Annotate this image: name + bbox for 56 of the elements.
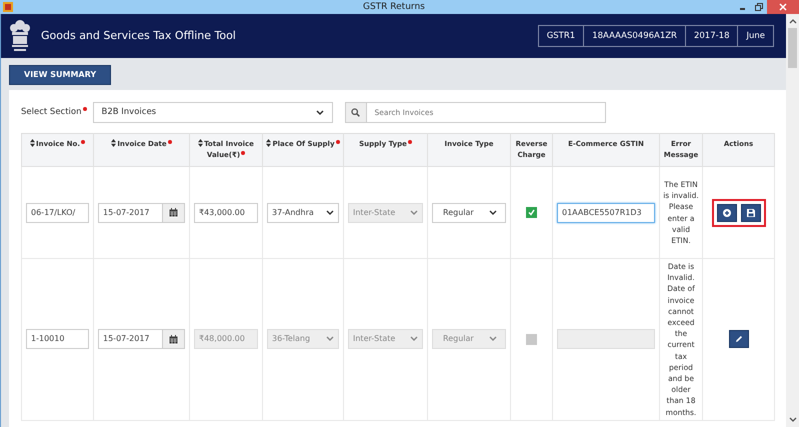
save-icon xyxy=(746,208,754,216)
invoice-type-select[interactable]: Regular xyxy=(432,202,506,222)
calendar-button[interactable] xyxy=(163,329,185,350)
section-select[interactable]: B2B Invoices xyxy=(92,102,333,123)
search-button[interactable] xyxy=(344,102,367,123)
required-mark xyxy=(81,140,86,144)
chevron-icon xyxy=(410,210,418,216)
calendar-icon xyxy=(169,334,178,344)
close-icon xyxy=(779,3,787,11)
chevron-icon xyxy=(410,336,418,342)
invoice-number-field[interactable]: 06-17/LKO/ xyxy=(26,202,89,222)
plus-circle-icon xyxy=(722,208,730,216)
checkmark-icon xyxy=(527,208,536,217)
sort-icon xyxy=(198,139,204,147)
app-title: Goods and Services Tax Offline Tool xyxy=(41,28,236,44)
header-info-label: June xyxy=(737,26,773,46)
sort-icon xyxy=(111,139,116,147)
scrollbar[interactable] xyxy=(786,14,799,427)
search-icon xyxy=(351,108,360,117)
scrollbar-thumb[interactable] xyxy=(788,28,797,68)
reverse-charge-checkbox[interactable] xyxy=(526,206,537,218)
pencil-icon xyxy=(734,335,742,344)
header-info-label: 18AAAAS0496A1ZR xyxy=(583,26,685,46)
section-label: Select Section xyxy=(21,106,87,119)
chevron-icon xyxy=(326,336,334,342)
calendar-button[interactable] xyxy=(163,202,185,222)
calendar-icon xyxy=(169,208,178,217)
sort-icon xyxy=(30,139,35,147)
date-field[interactable]: 15-07-2017 xyxy=(98,202,163,222)
header-info-label: 2017-18 xyxy=(684,26,738,46)
emblem-icon xyxy=(9,18,31,54)
required-mark xyxy=(168,140,172,144)
restore-icon xyxy=(755,3,763,11)
add-button[interactable] xyxy=(716,204,736,222)
gstin-field[interactable]: 01AABCE5507R1D3 xyxy=(557,202,655,222)
invoice-value-field[interactable]: ₹43,000.00 xyxy=(194,202,258,222)
edit-button[interactable] xyxy=(728,330,748,348)
sort-icon xyxy=(266,139,272,147)
required-mark xyxy=(241,151,246,155)
scroll-up-icon xyxy=(788,18,796,24)
view-summary-button[interactable]: VIEW SUMMARY xyxy=(9,65,112,85)
app-icon xyxy=(3,2,13,12)
close-button[interactable] xyxy=(767,0,799,14)
save-button[interactable] xyxy=(740,204,760,222)
chevron-icon xyxy=(326,210,334,216)
invoice-number-field[interactable]: 1-10010 xyxy=(26,329,89,350)
window-title: GSTR Returns xyxy=(363,1,425,14)
header-info-label: GSTR1 xyxy=(546,30,576,43)
date-field[interactable]: 15-07-2017 xyxy=(98,329,163,350)
chevron-icon xyxy=(489,336,497,342)
chevron-icon xyxy=(489,210,497,216)
required-mark xyxy=(408,140,412,144)
place-of-supply-select[interactable]: 37-Andhra xyxy=(267,202,339,222)
chevron-icon xyxy=(316,110,324,116)
scroll-down-icon xyxy=(788,417,796,423)
required-mark xyxy=(336,140,340,144)
